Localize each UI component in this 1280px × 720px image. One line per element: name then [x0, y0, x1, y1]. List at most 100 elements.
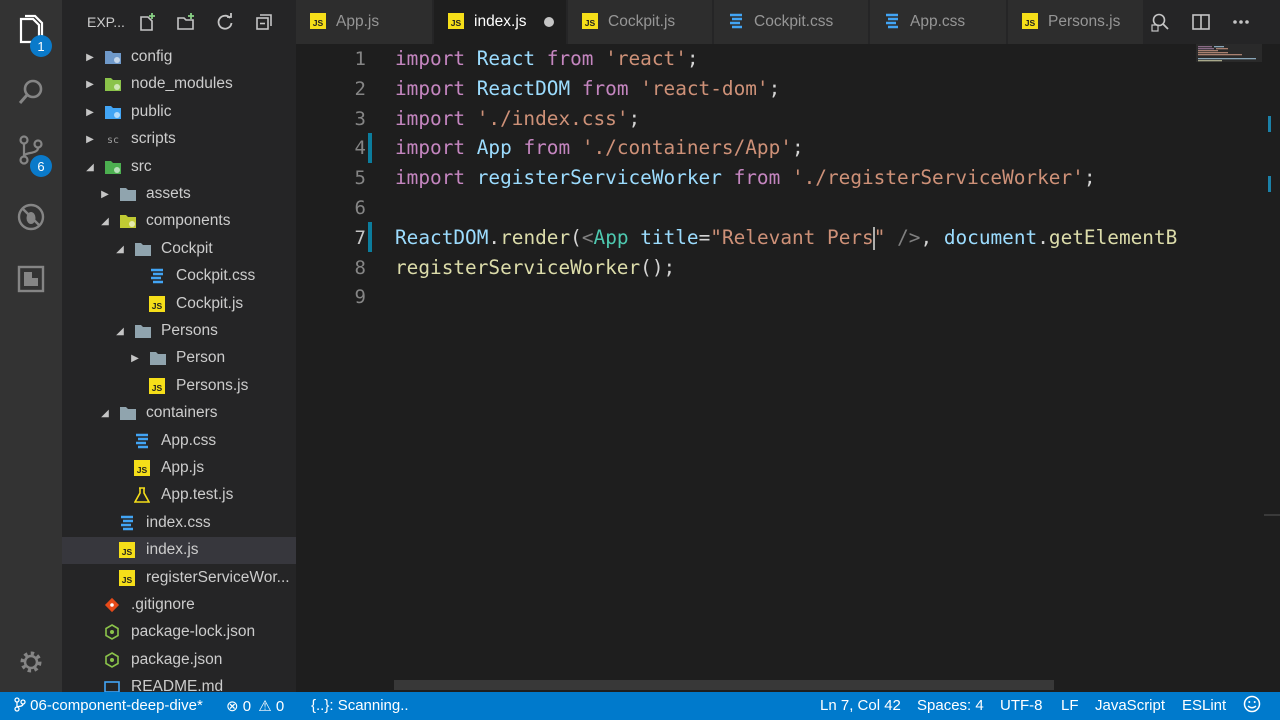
folder-item[interactable]: ◢ Persons: [62, 318, 296, 345]
css-file-icon: [884, 13, 901, 30]
chevron-down-icon[interactable]: ◢: [99, 400, 111, 427]
debug-activity-button[interactable]: [0, 191, 62, 243]
extensions-activity-button[interactable]: [0, 253, 62, 305]
manage-activity-button[interactable]: [0, 636, 62, 688]
new-folder-button[interactable]: [175, 11, 197, 33]
svg-text:JS: JS: [152, 301, 163, 311]
tree-item-label: App.css: [161, 431, 217, 449]
file-item[interactable]: App.css: [62, 428, 296, 455]
editor-tab[interactable]: JS App.js: [296, 0, 433, 44]
file-item[interactable]: package.json: [62, 647, 296, 674]
refresh-button[interactable]: [214, 11, 236, 33]
code-line[interactable]: import App from './containers/App';: [395, 133, 804, 163]
file-item[interactable]: JS Persons.js: [62, 373, 296, 400]
code-token: ": [873, 225, 898, 249]
code-token: />: [897, 225, 921, 249]
folder-icon: [149, 350, 167, 367]
code-line[interactable]: import './index.css';: [395, 104, 640, 134]
js-file-icon: JS: [1022, 13, 1039, 30]
editor-tab[interactable]: App.css: [870, 0, 1007, 44]
file-item[interactable]: JS Cockpit.js: [62, 291, 296, 318]
cursor-position[interactable]: Ln 7, Col 42: [820, 697, 901, 714]
explorer-activity-button[interactable]: 1: [0, 4, 62, 57]
gear-icon: [20, 651, 42, 673]
code-editor[interactable]: 1 2 3 4 5 6 7 8 9 import React from 'react'; impor…: [296, 44, 1280, 692]
chevron-right-icon[interactable]: ▶: [84, 44, 96, 71]
eslint-status[interactable]: ESLint: [1182, 697, 1226, 714]
editor-tab[interactable]: Cockpit.css: [714, 0, 869, 44]
chevron-right-icon[interactable]: ▶: [129, 345, 141, 372]
scanning-status[interactable]: {..}: Scanning..: [311, 697, 409, 714]
file-item[interactable]: JS registerServiceWor...: [62, 565, 296, 592]
chevron-down-icon[interactable]: ◢: [114, 318, 126, 345]
status-bar: 06-component-deep-dive* ⊗ 0 ⚠ 0 {..}: Sc…: [0, 692, 1280, 720]
search-activity-button[interactable]: [0, 66, 62, 118]
editor-tab[interactable]: JS Cockpit.js: [568, 0, 713, 44]
code-line[interactable]: import registerServiceWorker from './reg…: [395, 163, 1096, 193]
file-item[interactable]: Cockpit.css: [62, 263, 296, 290]
folder-item[interactable]: ▶ config: [62, 44, 296, 71]
tab-label: Persons.js: [1048, 13, 1121, 30]
encoding-status[interactable]: UTF-8: [1000, 697, 1043, 714]
chevron-down-icon[interactable]: ◢: [99, 208, 111, 235]
chevron-down-icon[interactable]: ◢: [114, 236, 126, 263]
code-token: render: [500, 225, 571, 249]
collapse-all-button[interactable]: [253, 11, 275, 33]
node-folder-icon: [104, 76, 122, 93]
tab-label: index.js: [474, 13, 527, 30]
horizontal-scrollbar[interactable]: [394, 680, 1054, 690]
vertical-scrollbar[interactable]: [1264, 44, 1280, 692]
editor-tab[interactable]: JS Persons.js: [1008, 0, 1144, 44]
folder-item[interactable]: ◢ containers: [62, 400, 296, 427]
split-editor-button[interactable]: [1190, 11, 1212, 33]
file-item[interactable]: JS App.js: [62, 455, 296, 482]
feedback-button[interactable]: [1243, 695, 1261, 717]
chevron-down-icon[interactable]: ◢: [84, 154, 96, 181]
svg-text:JS: JS: [152, 383, 163, 393]
tab-label: App.js: [336, 13, 380, 30]
file-item[interactable]: JS index.js: [62, 537, 296, 565]
chevron-right-icon[interactable]: ▶: [84, 99, 96, 126]
file-item[interactable]: .gitignore: [62, 592, 296, 619]
code-line[interactable]: import React from 'react';: [395, 44, 699, 74]
new-file-button[interactable]: [136, 11, 158, 33]
chevron-right-icon[interactable]: ▶: [84, 126, 96, 153]
chevron-right-icon[interactable]: ▶: [99, 181, 111, 208]
folder-item[interactable]: ◢ components: [62, 208, 296, 235]
svg-text:JS: JS: [1025, 18, 1036, 28]
indentation-status[interactable]: Spaces: 4: [917, 697, 984, 714]
tree-item-label: scripts: [131, 130, 176, 148]
folder-item[interactable]: ▶ Person: [62, 345, 296, 372]
language-mode[interactable]: JavaScript: [1095, 697, 1165, 714]
js-file-icon: JS: [310, 13, 327, 30]
file-item[interactable]: index.css: [62, 510, 296, 537]
editor-actions: [1146, 0, 1280, 44]
code-line[interactable]: ReactDOM.render(<App title="Relevant Per…: [395, 223, 1177, 253]
editor-tab[interactable]: JS index.js: [434, 0, 567, 44]
folder-item[interactable]: ◢ Cockpit: [62, 236, 296, 263]
explorer-sidebar: EXP... ▶ config ▶ node_modules ▶ public ▶ sc scr…: [62, 0, 296, 692]
file-item[interactable]: App.test.js: [62, 482, 296, 509]
more-actions-button[interactable]: [1230, 11, 1252, 33]
svg-text:JS: JS: [122, 575, 133, 585]
tree-item-label: Person: [176, 349, 226, 367]
explorer-title: EXP...: [87, 14, 125, 30]
source-control-activity-button[interactable]: 6: [0, 124, 62, 177]
unsaved-dot-icon[interactable]: [544, 17, 554, 27]
chevron-right-icon[interactable]: ▶: [84, 71, 96, 98]
open-changes-button[interactable]: [1150, 11, 1172, 33]
file-item[interactable]: README.md: [62, 674, 296, 692]
problems-status[interactable]: ⊗ 0 ⚠ 0: [226, 697, 284, 715]
folder-item[interactable]: ▶ public: [62, 99, 296, 126]
folder-item[interactable]: ◢ src: [62, 154, 296, 181]
folder-item[interactable]: ▶ sc scripts: [62, 126, 296, 153]
folder-item[interactable]: ▶ assets: [62, 181, 296, 208]
branch-status[interactable]: 06-component-deep-dive*: [14, 697, 203, 714]
file-item[interactable]: package-lock.json: [62, 619, 296, 646]
code-line[interactable]: registerServiceWorker();: [395, 253, 675, 283]
folder-item[interactable]: ▶ node_modules: [62, 71, 296, 98]
code-token: './registerServiceWorker': [791, 166, 1084, 190]
code-line[interactable]: import ReactDOM from 'react-dom';: [395, 74, 780, 104]
scm-badge: 6: [30, 155, 52, 177]
eol-status[interactable]: LF: [1061, 697, 1079, 714]
